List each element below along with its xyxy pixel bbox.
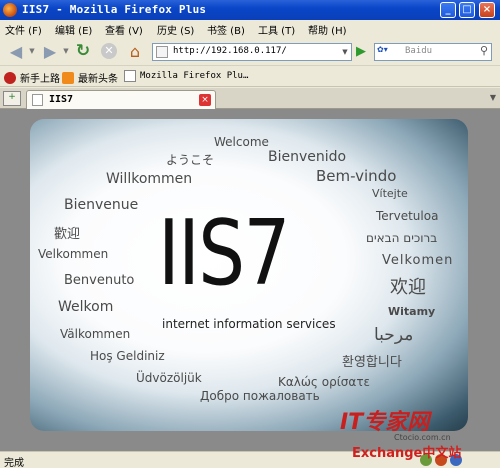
menu-file[interactable]: 文件 (F) [5,22,42,37]
watermark: IT专家网 Ctocio.com.cn Exchange中文站 [340,404,500,464]
iis7-welcome-image: Welcome ようこそ Bienvenido Willkommen Bem-v… [30,119,468,431]
search-box[interactable]: ✿▾ Baidu ⚲ [374,43,492,61]
tab-iis7[interactable]: IIS7 × [26,90,216,109]
greeting: Üdvözöljük [136,371,202,385]
menu-tools[interactable]: 工具 (T) [258,22,295,37]
menu-help[interactable]: 帮助 (H) [308,22,347,37]
greeting: Welcome [214,135,269,149]
greeting: Benvenuto [64,273,135,288]
new-tab-button[interactable]: + [3,91,21,106]
menu-view[interactable]: 查看 (V) [105,22,143,37]
greeting: Willkommen [106,171,193,187]
tab-list-dropdown[interactable]: ▼ [490,93,496,102]
bookmarks-toolbar: 新手上路 最新头条 Mozilla Firefox Plu… [0,67,500,87]
greeting: ようこそ [166,153,215,167]
greeting: Vítejte [372,187,408,200]
go-button[interactable]: ▶ [356,44,370,60]
menu-history[interactable]: 历史 (S) [157,22,194,37]
greeting: Hoş Geldiniz [90,349,165,363]
menu-bookmarks[interactable]: 书签 (B) [207,22,245,37]
navigation-toolbar: ◀ ▼ ▶ ▼ ↻ ✕ ⌂ http://192.168.0.117/ ▼ ▶ … [0,36,500,66]
greeting: Добро пожаловать [200,389,320,403]
stop-icon: ✕ [101,43,117,59]
tab-close-icon[interactable]: × [199,94,211,106]
menu-edit[interactable]: 编辑 (E) [55,22,92,37]
maximize-button[interactable]: □ [459,2,475,18]
greeting: Velkomen [382,253,454,268]
back-button[interactable]: ◀ [4,41,28,61]
firefox-bookmark-icon [4,71,16,84]
greeting: Witamy [388,305,436,318]
title-bar: IIS7 - Mozilla Firefox Plus _ □ × [0,0,500,20]
menu-bar: 文件 (F) 编辑 (E) 查看 (V) 历史 (S) 书签 (B) 工具 (T… [0,20,500,37]
iis7-subtitle: internet information services [162,317,336,331]
url-text[interactable]: http://192.168.0.117/ [173,46,287,56]
reload-button[interactable]: ↻ [72,41,94,61]
bookmark-latest-headlines[interactable]: 最新头条 [62,70,118,85]
watermark-url: Ctocio.com.cn [394,433,451,442]
greeting: 환영합니다 [342,355,402,370]
status-text: 完成 [4,458,24,468]
greeting: Bienvenido [268,149,347,165]
search-engine-icon[interactable]: ✿▾ [377,45,399,59]
forward-history-dropdown[interactable]: ▼ [62,41,70,61]
close-button[interactable]: × [479,2,495,18]
watermark-logo: IT专家网 [340,410,430,435]
search-icon[interactable]: ⚲ [480,44,488,57]
greeting: 歡迎 [54,227,81,242]
page-icon [124,70,136,82]
url-history-dropdown[interactable]: ▼ [339,44,351,60]
back-history-dropdown[interactable]: ▼ [28,41,36,61]
stop-button[interactable]: ✕ [98,41,120,61]
greeting: Velkommen [38,247,109,261]
page-icon [32,94,43,106]
page-favicon-icon [156,46,168,58]
greeting: ברוכים הבאים [366,231,438,245]
iis7-logo: IIS7 [158,201,290,306]
minimize-button[interactable]: _ [440,2,456,18]
firefox-icon [3,3,17,17]
page-content: Welcome ようこそ Bienvenido Willkommen Bem-v… [0,109,500,451]
address-bar[interactable]: http://192.168.0.117/ ▼ [152,43,352,61]
greeting: Välkommen [60,327,131,341]
greeting: Tervetuloa [376,209,439,223]
greeting: 欢迎 [390,277,426,298]
tab-bar: + IIS7 × ▼ [0,88,500,109]
search-input[interactable]: Baidu [405,46,432,56]
forward-button[interactable]: ▶ [38,41,62,61]
greeting: Bienvenue [64,197,139,213]
greeting: Welkom [58,299,114,315]
home-button[interactable]: ⌂ [124,41,146,61]
tab-label: IIS7 [49,94,74,105]
greeting: Καλώς ορίσατε [278,375,371,389]
watermark-subtitle: Exchange中文站 [352,446,462,461]
greeting: مرحبا [374,325,414,345]
window-title: IIS7 - Mozilla Firefox Plus [22,3,207,16]
bookmark-getting-started[interactable]: 新手上路 [4,70,60,85]
greeting: Bem-vindo [316,167,397,185]
bookmark-firefox-plus[interactable]: Mozilla Firefox Plu… [124,70,248,82]
rss-icon [62,71,74,84]
